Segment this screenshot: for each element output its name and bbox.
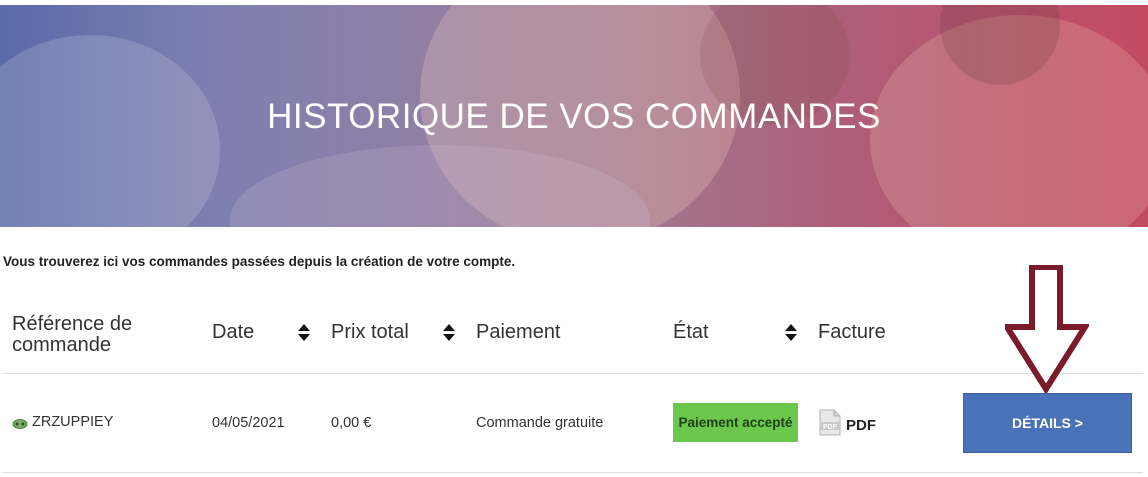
header-invoice: Facture [818,321,886,343]
hero-banner: HISTORIQUE DE VOS COMMANDES [0,5,1148,227]
intro-text: Vous trouverez ici vos commandes passées… [3,254,516,269]
order-total: 0,00 € [331,415,372,431]
order-date: 04/05/2021 [212,415,285,431]
header-payment: Paiement [476,321,561,343]
header-date[interactable]: Date [212,321,254,344]
sort-icon[interactable] [442,324,456,342]
header-state[interactable]: État [673,321,709,344]
details-button[interactable]: DÉTAILS > [963,393,1132,453]
sort-icon[interactable] [784,324,798,342]
header-reference[interactable]: Référence de commande [12,314,172,356]
order-payment: Commande gratuite [476,415,604,431]
down-arrow-icon [1005,265,1089,393]
invoice-pdf-link[interactable]: PDF [846,417,876,434]
order-reference[interactable]: ZRZUPPIEY [32,414,113,430]
order-reference-icon [12,419,28,429]
svg-text:PDF: PDF [823,424,838,431]
page-title: HISTORIQUE DE VOS COMMANDES [267,97,881,136]
header-total[interactable]: Prix total [331,321,409,344]
status-badge: Paiement accepté [673,403,798,442]
table-divider [3,472,1143,473]
table-divider [3,373,1143,374]
pdf-icon[interactable]: PDF [819,409,841,436]
sort-icon[interactable] [297,324,311,342]
